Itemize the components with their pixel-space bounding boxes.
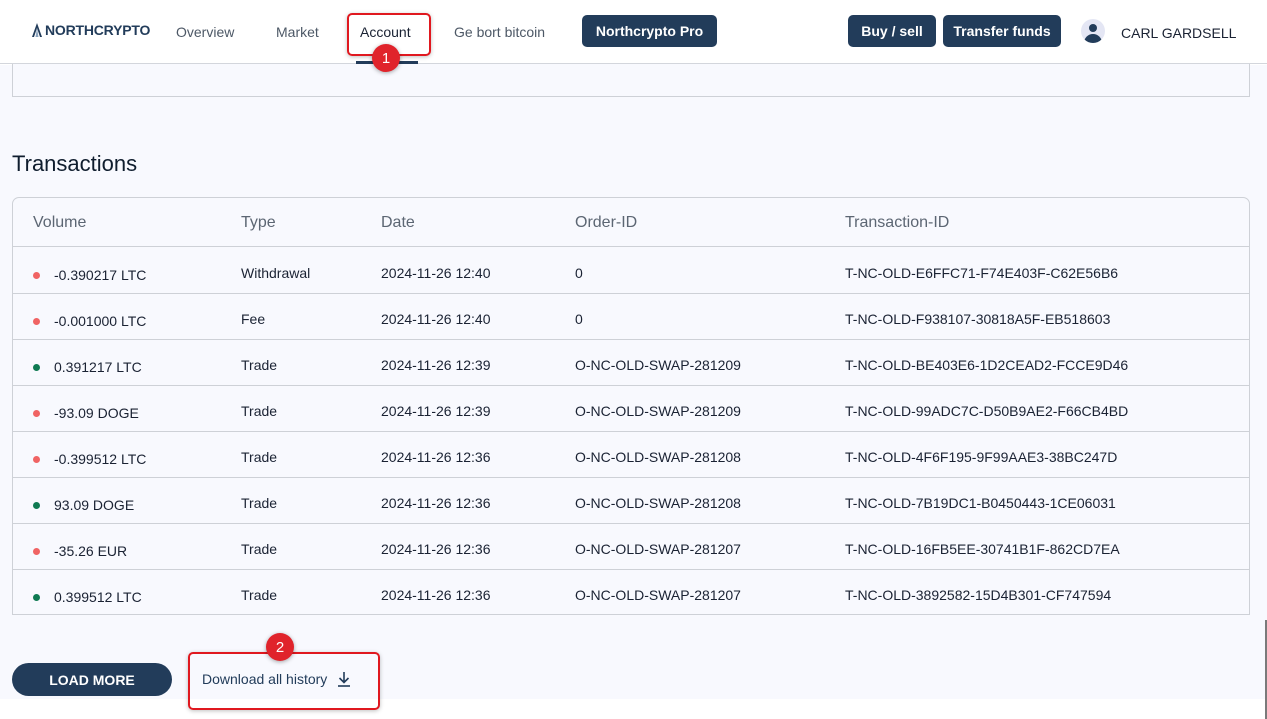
annotation-badge-1: 1 (372, 44, 400, 72)
cell-volume: -0.390217 LTC (54, 267, 147, 283)
download-all-history-link[interactable]: Download all history (202, 671, 351, 687)
column-header-volume: Volume (33, 214, 87, 231)
transfer-funds-button[interactable]: Transfer funds (943, 15, 1061, 47)
avatar-head (1089, 24, 1097, 32)
transactions-title: Transactions (12, 151, 138, 176)
cell-date: 2024-11-26 12:36 (381, 541, 491, 557)
cell-volume: 0.399512 LTC (54, 589, 142, 605)
cell-volume: -0.001000 LTC (54, 313, 147, 329)
cell-volume: -0.399512 LTC (54, 451, 147, 467)
download-all-history-label: Download all history (202, 671, 328, 687)
cell-type: Trade (241, 403, 278, 419)
logo-text: NORTHCRYPTO (45, 22, 151, 38)
negative-indicator-icon (33, 456, 40, 463)
table-row[interactable]: -0.399512 LTC Trade 2024-11-26 12:36 O-NC-O… (13, 432, 1249, 478)
positive-indicator-icon (33, 594, 40, 601)
cell-type: Trade (241, 495, 278, 511)
column-header-type: Type (241, 214, 276, 231)
cell-date: 2024-11-26 12:36 (381, 449, 491, 465)
previous-section-card (12, 63, 1250, 97)
cell-order-id: O-NC-OLD-SWAP-281208 (575, 495, 741, 511)
main-content: Transactions Volume Type Date Order-ID T… (0, 63, 1267, 699)
positive-indicator-icon (33, 502, 40, 509)
transactions-table: Volume Type Date Order-ID Transaction-ID… (12, 197, 1250, 615)
table-row[interactable]: 0.399512 LTC Trade 2024-11-26 12:36 O-NC-OL… (13, 570, 1249, 614)
column-header-order-id: Order-ID (575, 214, 638, 231)
cell-transaction-id: T-NC-OLD-E6FFC71-F74E403F-C62E56B6 (845, 265, 1119, 281)
cell-date: 2024-11-26 12:39 (381, 357, 491, 373)
cell-date: 2024-11-26 12:40 (381, 311, 491, 327)
cell-type: Trade (241, 357, 278, 373)
cell-transaction-id: T-NC-OLD-16FB5EE-30741B1F-862CD7EA (845, 541, 1120, 557)
cell-order-id: O-NC-OLD-SWAP-281207 (575, 541, 741, 557)
cell-order-id: O-NC-OLD-SWAP-281209 (575, 403, 741, 419)
northcrypto-pro-button[interactable]: Northcrypto Pro (582, 15, 717, 47)
positive-indicator-icon (33, 364, 40, 371)
cell-date: 2024-11-26 12:39 (381, 403, 491, 419)
column-header-date: Date (381, 214, 415, 231)
nav-overview[interactable]: Overview (176, 24, 234, 40)
nav-market[interactable]: Market (276, 24, 319, 40)
negative-indicator-icon (33, 410, 40, 417)
cell-date: 2024-11-26 12:40 (381, 265, 491, 281)
table-header: Volume Type Date Order-ID Transaction-ID (13, 198, 1249, 247)
cell-order-id: O-NC-OLD-SWAP-281207 (575, 587, 741, 603)
negative-indicator-icon (33, 318, 40, 325)
cell-type: Fee (241, 311, 266, 327)
cell-transaction-id: T-NC-OLD-BE403E6-1D2CEAD2-FCCE9D46 (845, 357, 1129, 373)
load-more-button[interactable]: LOAD MORE (12, 663, 172, 696)
table-row[interactable]: -93.09 DOGE Trade 2024-11-26 12:39 O-NC-OLD… (13, 386, 1249, 432)
cell-order-id: O-NC-OLD-SWAP-281208 (575, 449, 741, 465)
avatar-body (1084, 34, 1102, 43)
cell-transaction-id: T-NC-OLD-7B19DC1-B0450443-1CE06031 (845, 495, 1116, 511)
page-bottom (0, 699, 1267, 719)
cell-date: 2024-11-26 12:36 (381, 587, 491, 603)
cell-volume: 93.09 DOGE (54, 497, 135, 513)
column-header-transaction-id: Transaction-ID (845, 214, 950, 231)
user-name[interactable]: CARL GARDSELL (1121, 25, 1236, 41)
table-row[interactable]: 0.391217 LTC Trade 2024-11-26 12:39 O-NC-OL… (13, 340, 1249, 386)
table-row[interactable]: 93.09 DOGE Trade 2024-11-26 12:36 O-NC-OLD-… (13, 478, 1249, 524)
cell-type: Trade (241, 541, 278, 557)
table-row[interactable]: -0.390217 LTC Withdrawal 2024-11-26 12:40 0… (13, 248, 1249, 294)
cell-type: Trade (241, 587, 278, 603)
table-row[interactable]: -35.26 EUR Trade 2024-11-26 12:36 O-NC-OLD-… (13, 524, 1249, 570)
cell-type: Trade (241, 449, 278, 465)
cell-order-id: O-NC-OLD-SWAP-281209 (575, 357, 741, 373)
cell-transaction-id: T-NC-OLD-3892582-15D4B301-CF747594 (845, 587, 1112, 603)
cell-transaction-id: T-NC-OLD-F938107-30818A5F-EB518603 (845, 311, 1111, 327)
nav-ge-bort-bitcoin[interactable]: Ge bort bitcoin (454, 24, 545, 40)
top-navigation-bar: NORTHCRYPTO Overview Market Account Ge b… (0, 0, 1267, 64)
annotation-badge-2: 2 (266, 633, 294, 661)
negative-indicator-icon (33, 548, 40, 555)
negative-indicator-icon (33, 272, 40, 279)
cell-volume: 0.391217 LTC (54, 359, 142, 375)
cell-transaction-id: T-NC-OLD-99ADC7C-D50B9AE2-F66CB4BD (845, 403, 1129, 419)
cell-type: Withdrawal (241, 265, 311, 281)
user-avatar-icon[interactable] (1081, 19, 1105, 43)
nav-account[interactable]: Account (360, 24, 411, 40)
cell-volume: -93.09 DOGE (54, 405, 139, 421)
buy-sell-button[interactable]: Buy / sell (848, 15, 936, 47)
cell-volume: -35.26 EUR (54, 543, 128, 559)
cell-date: 2024-11-26 12:36 (381, 495, 491, 511)
northcrypto-logo[interactable]: NORTHCRYPTO (32, 22, 150, 38)
cell-order-id: 0 (575, 265, 583, 281)
download-icon (338, 672, 351, 687)
cell-transaction-id: T-NC-OLD-4F6F195-9F99AAE3-38BC247D (845, 449, 1118, 465)
cell-order-id: 0 (575, 311, 583, 327)
table-row[interactable]: -0.001000 LTC Fee 2024-11-26 12:40 0 T-NC-OL… (13, 294, 1249, 340)
logo-mark-icon (32, 23, 42, 37)
